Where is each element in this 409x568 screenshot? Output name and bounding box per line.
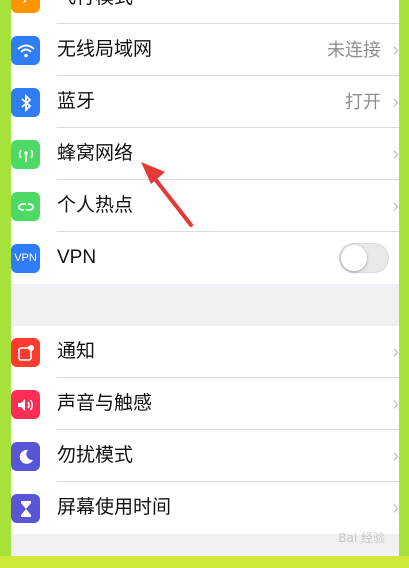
annotation-arrow — [141, 162, 193, 227]
settings-screen: ✈ 飞行模式 无线局域网 未连接 › — [11, 0, 399, 556]
bottom-border — [0, 556, 409, 568]
